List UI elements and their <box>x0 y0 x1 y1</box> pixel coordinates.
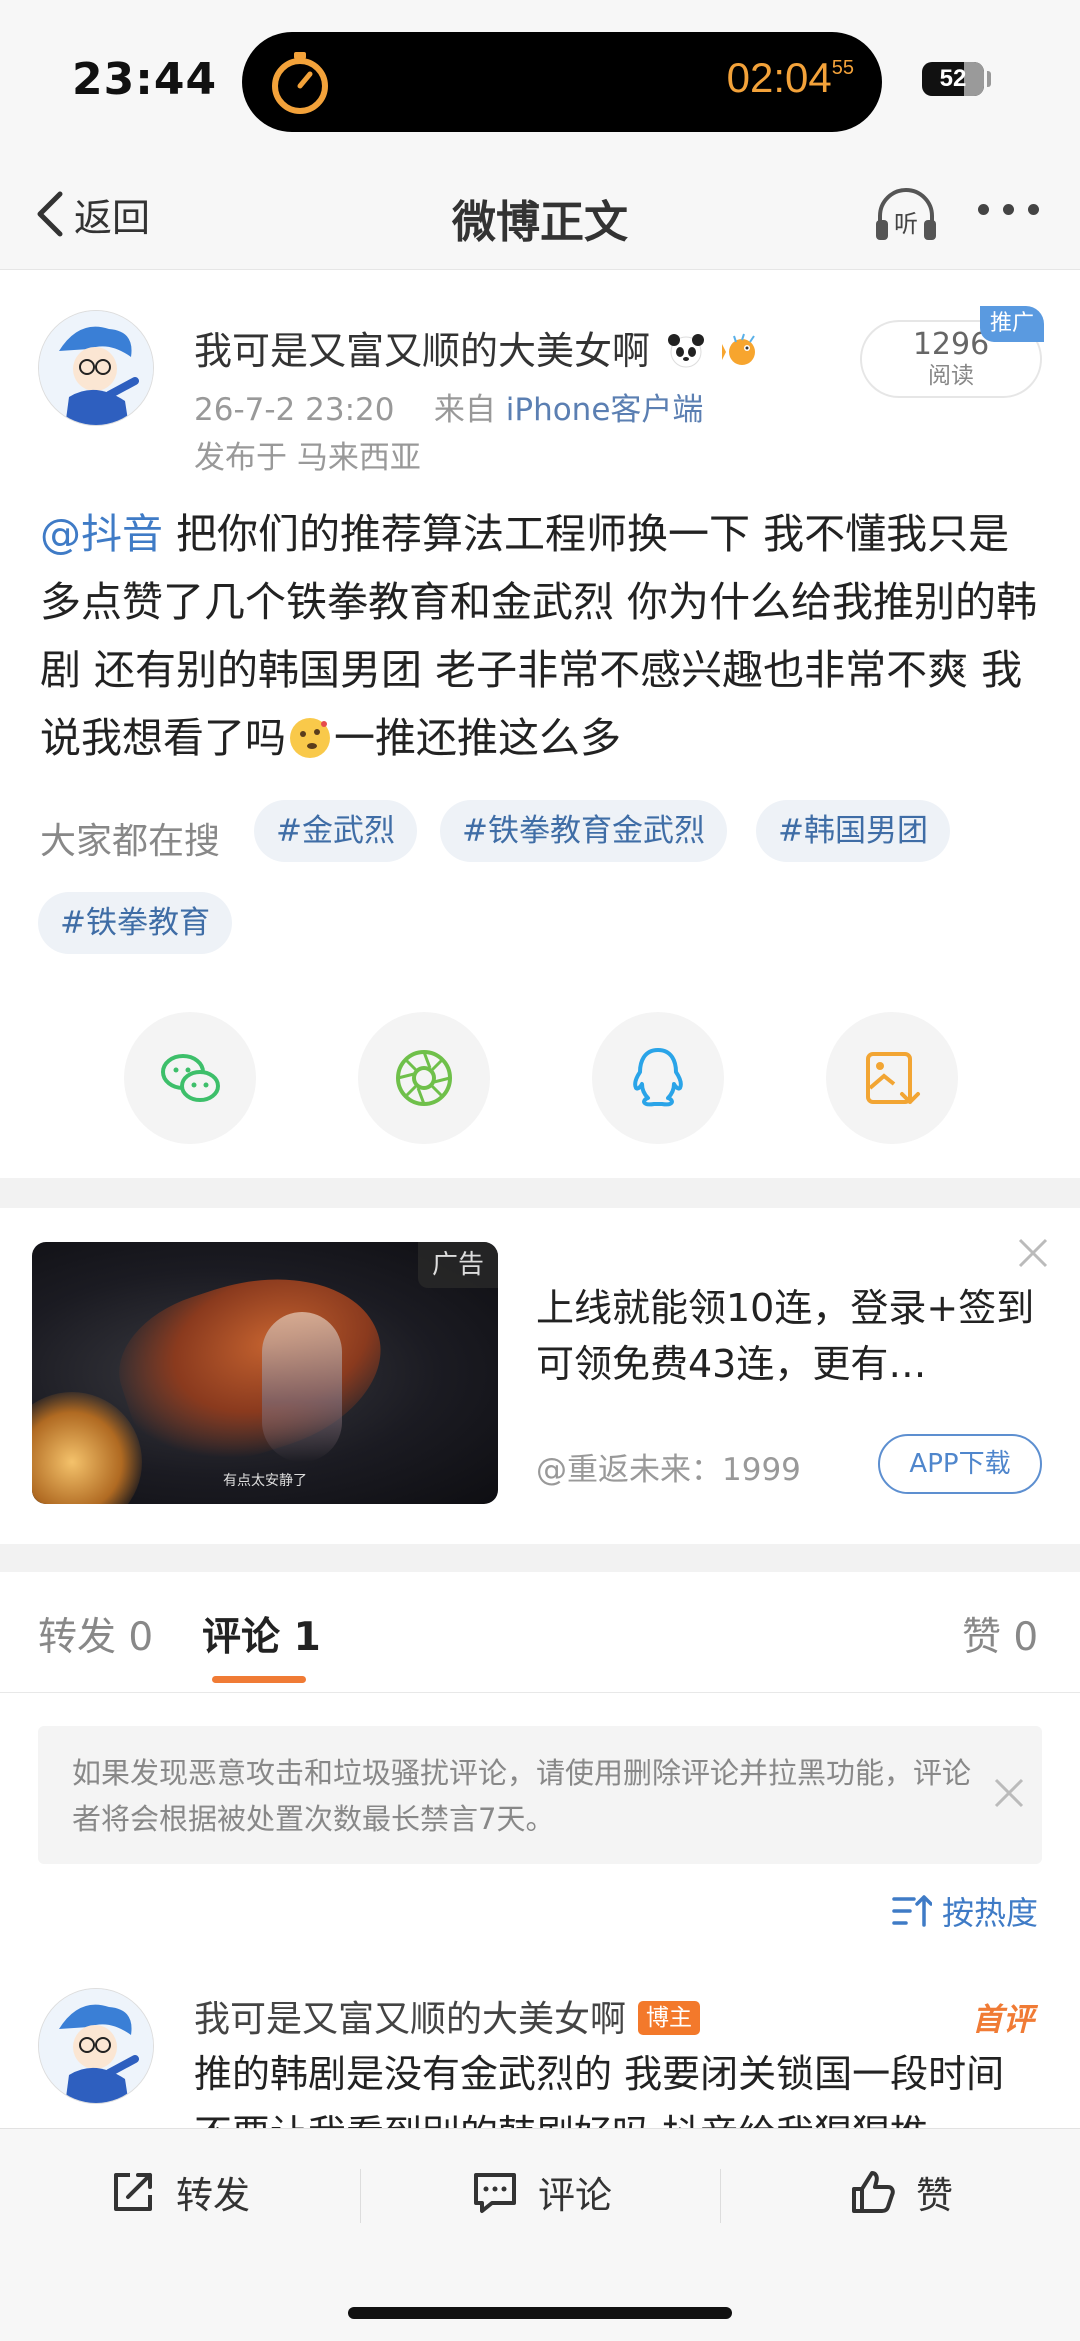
commenter-name-text: 我可是又富又顺的大美女啊 <box>194 1999 627 2040</box>
post-location: 发布于 马来西亚 <box>194 440 421 476</box>
repost-label: 转发 <box>176 2174 250 2217</box>
cartoon-avatar-icon <box>39 1989 153 2103</box>
tab-divider <box>0 1692 1080 1693</box>
tab-like[interactable]: 赞 0 <box>962 1606 1038 1662</box>
status-clock: 23:44 <box>72 54 218 105</box>
back-button[interactable]: 返回 <box>32 182 150 246</box>
timer-main: 02:04 <box>726 54 832 101</box>
save-image-icon <box>866 1052 920 1104</box>
hot-search-tag[interactable]: #金武烈 <box>254 800 417 862</box>
app-download-button[interactable]: APP下载 <box>878 1434 1042 1494</box>
dot-icon <box>1003 204 1014 215</box>
ad-source[interactable]: @重返未来：1999 <box>536 1444 801 1489</box>
bottom-action-bar: 转发 评论 赞 <box>0 2128 1080 2341</box>
comment-icon <box>474 2173 516 2213</box>
notice-text: 如果发现恶意攻击和垃圾骚扰评论，请使用删除评论并拉黑功能，评论者将会根据被处置次… <box>72 1756 972 1836</box>
reads-label: 阅读 <box>928 363 974 389</box>
save-image-button[interactable] <box>826 1012 958 1144</box>
post-source-prefix: 来自 <box>433 392 496 428</box>
post-body: @抖音 把你们的推荐算法工程师换一下 我不懂我只是多点赞了几个铁拳教育和金武烈 … <box>40 500 1040 772</box>
hot-search-tag[interactable]: #铁拳教育 <box>38 892 232 954</box>
hot-search-label: 大家都在搜 <box>40 821 221 862</box>
post-timestamp: 26-7-2 23:20 <box>194 392 395 428</box>
sort-label: 按热度 <box>942 1894 1039 1932</box>
panda-emoji-icon <box>668 334 705 368</box>
home-indicator[interactable] <box>348 2307 732 2319</box>
sort-by-hot-button[interactable]: 按热度 <box>892 1888 1038 1934</box>
battery-icon: 52 <box>922 62 984 96</box>
share-moments-button[interactable] <box>358 1012 490 1144</box>
post-source[interactable]: iPhone客户端 <box>506 392 704 428</box>
share-wechat-button[interactable] <box>124 1012 256 1144</box>
more-options-button[interactable] <box>978 204 1039 215</box>
hot-search-tag[interactable]: #韩国男团 <box>756 800 950 862</box>
sort-icon <box>892 1895 932 1927</box>
post-text-part2: 一推还推这么多 <box>334 714 621 762</box>
promo-badge: 推广 <box>980 306 1044 342</box>
battery-tip <box>987 71 991 87</box>
bar-divider <box>720 2169 721 2223</box>
commenter-name[interactable]: 我可是又富又顺的大美女啊 博主 <box>194 1990 701 2042</box>
thumbs-up-icon <box>852 2171 895 2213</box>
author-name[interactable]: 我可是又富又顺的大美女啊 <box>194 320 762 375</box>
moments-icon <box>396 1050 452 1106</box>
status-bar: 23:44 02:0455 52 <box>0 0 1080 160</box>
ad-tag: 广告 <box>417 1242 498 1288</box>
listen-headphones-icon[interactable]: 听 <box>870 180 942 252</box>
timer-readout: 02:0455 <box>727 54 854 102</box>
tab-comment[interactable]: 评论 1 <box>202 1606 321 1662</box>
timer-seconds: 55 <box>831 57 854 79</box>
comment-label: 评论 <box>538 2174 612 2217</box>
mention-link[interactable]: @抖音 <box>40 510 163 558</box>
comment-button[interactable]: 评论 <box>470 2165 612 2219</box>
repost-icon <box>114 2173 152 2211</box>
ad-image-caption: 有点太安静了 <box>223 1473 307 1489</box>
comment-notice: 如果发现恶意攻击和垃圾骚扰评论，请使用删除评论并拉黑功能，评论者将会根据被处置次… <box>38 1726 1042 1864</box>
hot-search-tag[interactable]: #铁拳教育金武烈 <box>440 800 727 862</box>
qq-icon <box>633 1048 683 1107</box>
author-name-text: 我可是又富又顺的大美女啊 <box>194 329 651 373</box>
wechat-icon <box>161 1054 220 1102</box>
bar-divider <box>360 2169 361 2223</box>
ad-image[interactable]: 广告 有点太安静了 <box>32 1242 498 1504</box>
pufferfish-emoji-icon <box>722 333 756 365</box>
tab-active-indicator <box>212 1676 306 1683</box>
listen-label: 听 <box>894 210 918 238</box>
like-label: 赞 <box>916 2174 953 2217</box>
first-comment-badge: 首评 <box>972 2002 1034 2038</box>
nav-bar: 返回 微博正文 听 <box>0 160 1080 270</box>
dot-icon <box>1028 204 1039 215</box>
close-icon[interactable] <box>992 1776 1026 1810</box>
commenter-avatar[interactable] <box>38 1988 154 2104</box>
battery-level: 52 <box>939 65 967 92</box>
cartoon-avatar-icon <box>39 311 153 425</box>
repost-button[interactable]: 转发 <box>108 2165 250 2219</box>
dynamic-island[interactable]: 02:0455 <box>242 32 882 132</box>
back-label: 返回 <box>74 195 151 240</box>
post-meta: 26-7-2 23:20 来自 iPhone客户端 <box>194 384 703 429</box>
like-button[interactable]: 赞 <box>848 2165 953 2219</box>
close-icon[interactable] <box>1016 1236 1050 1270</box>
ad-text[interactable]: 上线就能领10连，登录+签到可领免费43连，更有… <box>536 1280 1036 1392</box>
comment-text[interactable]: 推的韩剧是没有金武烈的 我要闭关锁国一段时间不要让我看到别的韩剧好吗 抖音给我猩… <box>194 2044 1040 2128</box>
chevron-left-icon <box>37 191 63 237</box>
section-divider <box>0 1178 1080 1208</box>
tab-repost[interactable]: 转发 0 <box>38 1606 153 1662</box>
stopwatch-icon <box>272 52 328 114</box>
thinking-face-emoji-icon <box>290 718 330 758</box>
section-divider <box>0 1544 1080 1572</box>
author-avatar[interactable] <box>38 310 154 426</box>
dot-icon <box>978 204 989 215</box>
share-qq-button[interactable] <box>592 1012 724 1144</box>
blogger-badge: 博主 <box>638 2001 701 2035</box>
